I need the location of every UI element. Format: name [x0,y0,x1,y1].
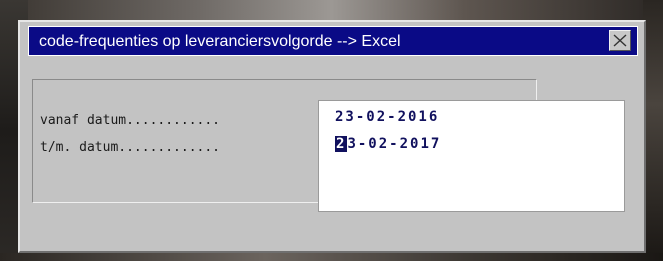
export-dialog: code-frequenties op leveranciersvolgorde… [18,20,646,253]
desktop-background-bottom [0,253,663,261]
to-date-field[interactable]: 23-02-2017 [335,136,441,152]
dialog-title: code-frequenties op leveranciersvolgorde… [39,33,401,50]
to-date-value: 3-02-2017 [347,136,442,152]
background-window-edge [4,10,18,240]
close-icon [613,34,627,51]
close-button[interactable] [609,30,631,51]
to-date-label: t/m. datum............. [40,140,221,155]
from-date-label: vanaf datum............ [40,113,221,128]
date-values-panel: 23-02-2016 23-02-2017 [318,100,625,212]
text-cursor: 2 [335,136,348,152]
desktop-background-right [643,0,663,261]
dialog-titlebar[interactable]: code-frequenties op leveranciersvolgorde… [28,26,638,56]
from-date-field[interactable]: 23-02-2016 [335,109,439,125]
